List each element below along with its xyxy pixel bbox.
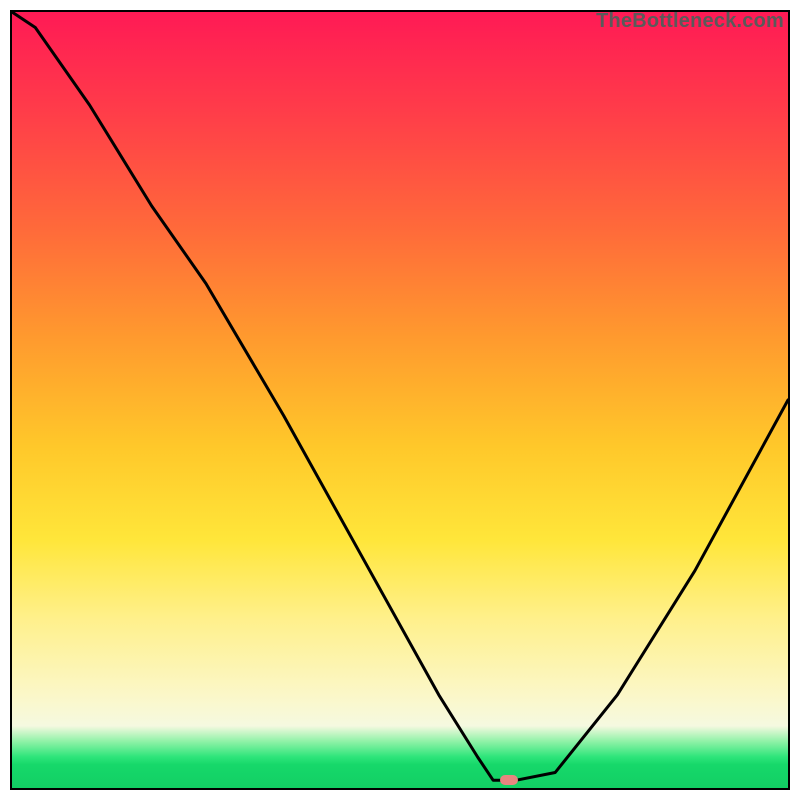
chart-frame: TheBottleneck.com (0, 0, 800, 800)
optimal-point-marker (500, 775, 518, 785)
chart-border (10, 10, 790, 790)
watermark-text: TheBottleneck.com (596, 10, 784, 33)
